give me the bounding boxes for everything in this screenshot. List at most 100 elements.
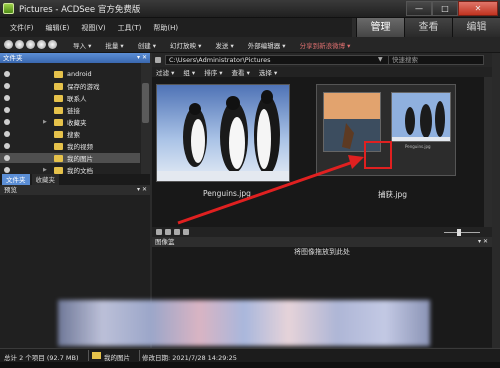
panel-pin-icon[interactable]: ▾ ✕ [137, 185, 147, 195]
status-bar: 总计 2 个项目 (92.7 MB) 我的图片 修改日期: 2021/7/28 … [0, 348, 500, 362]
folder-icon [54, 106, 63, 114]
toolbar-send[interactable]: 发送 ▾ [215, 40, 233, 50]
right-scrollbar[interactable] [492, 53, 500, 348]
refresh-icon[interactable] [48, 40, 57, 49]
tree-item-my-documents[interactable]: ▶ 我的文档 [0, 165, 140, 174]
toolbar-import[interactable]: 导入 ▾ [73, 40, 91, 50]
drive-icon [4, 143, 10, 149]
tree-item-my-pictures[interactable]: 我的图片 [0, 153, 140, 163]
toolbar-slideshow[interactable]: 幻灯放映 ▾ [170, 40, 201, 50]
view-mode-icon[interactable] [174, 229, 180, 235]
status-total: 总计 2 个项目 (92.7 MB) [4, 354, 79, 362]
status-divider [88, 350, 89, 361]
minimize-button[interactable]: — [406, 1, 432, 16]
folder-icon [54, 118, 63, 126]
menu-edit[interactable]: 编辑(E) [46, 23, 70, 33]
window-title: Pictures - ACDSee 官方免费版 [19, 5, 141, 15]
group-menu[interactable]: 组 ▾ [183, 67, 195, 77]
address-bar: C:\Users\Administrator\Pictures ▼ 快速搜索 [152, 53, 492, 67]
folders-panel-title: 文件夹 [3, 54, 23, 62]
status-divider [139, 350, 140, 361]
image-basket-header: 图像篮 ▾ ✕ [152, 237, 492, 247]
status-folder: 我的图片 [104, 354, 130, 362]
select-menu[interactable]: 选择 ▾ [259, 67, 277, 77]
thumbnail-grid: Penguins.jpg Penguins.jpg 捕获.jpg [152, 77, 492, 227]
tree-item-searches[interactable]: 搜索 [0, 129, 140, 139]
view-mode-icon[interactable] [156, 229, 162, 235]
view-mode-icon[interactable] [183, 229, 189, 235]
drive-icon [4, 83, 10, 89]
drive-icon [4, 131, 10, 137]
path-input[interactable]: C:\Users\Administrator\Pictures [165, 55, 389, 65]
folder-icon [54, 94, 63, 102]
quick-search-input[interactable]: 快速搜索 [388, 55, 484, 65]
toolbar-share-weibo[interactable]: 分享到新浪微博 ▾ [300, 40, 351, 50]
toolbar-external-editor[interactable]: 外部编辑器 ▾ [248, 40, 286, 50]
filter-bar: 过滤 ▾ 组 ▾ 排序 ▾ 查看 ▾ 选择 ▾ [152, 67, 492, 77]
expand-arrow-icon[interactable]: ▶ [43, 119, 47, 125]
folder-tree-scrollbar[interactable] [141, 63, 150, 174]
drive-icon [4, 155, 10, 161]
mode-tabs: 管理 查看 编辑 [356, 18, 500, 37]
tree-item-saved-games[interactable]: 保存的游戏 [0, 81, 140, 91]
tree-item-links[interactable]: 链接 [0, 105, 140, 115]
expand-arrow-icon[interactable]: ▶ [43, 167, 47, 173]
view-menu[interactable]: 查看 ▾ [232, 67, 250, 77]
folders-panel-header: 文件夹 ▾ ✕ [0, 53, 150, 63]
view-mode-icon[interactable] [165, 229, 171, 235]
acdsee-app-icon [3, 3, 14, 14]
up-icon[interactable] [26, 40, 35, 49]
folder-icon [54, 70, 63, 78]
main-toolbar: 导入 ▾ 批量 ▾ 创建 ▾ 幻灯放映 ▾ 发送 ▾ 外部编辑器 ▾ 分享到新浪… [0, 37, 500, 53]
menu-bar: 文件(F) 编辑(E) 视图(V) 工具(T) 帮助(H) [0, 18, 352, 37]
menu-tools[interactable]: 工具(T) [118, 23, 142, 33]
tree-item-favorites[interactable]: ▶ 收藏夹 [0, 117, 140, 127]
tab-folders[interactable]: 文件夹 [2, 173, 30, 185]
folder-icon [54, 154, 63, 162]
maximize-button[interactable]: □ [432, 1, 458, 16]
preview-panel-header: 预览 ▾ ✕ [0, 185, 150, 195]
drive-icon [4, 71, 10, 77]
panel-pin-icon[interactable]: ▾ ✕ [137, 53, 147, 63]
blurred-overlay [58, 300, 430, 346]
basket-drop-message: 将图像拖放到此处 [294, 248, 350, 256]
folder-icon [54, 142, 63, 150]
folder-tree: android 保存的游戏 联系人 链接 ▶ 收藏夹 搜索 我的视频 我的图片 … [0, 63, 150, 174]
zoom-slider-handle[interactable] [457, 229, 461, 236]
tree-item-my-videos[interactable]: 我的视频 [0, 141, 140, 151]
toolbar-batch[interactable]: 批量 ▾ [105, 40, 123, 50]
home-icon[interactable] [37, 40, 46, 49]
view-controls-bar [152, 227, 492, 237]
annotation-arrow [177, 155, 364, 225]
sort-menu[interactable]: 排序 ▾ [204, 67, 222, 77]
menu-help[interactable]: 帮助(H) [153, 23, 178, 33]
tree-item-contacts[interactable]: 联系人 [0, 93, 140, 103]
window-controls: — □ ✕ [406, 1, 498, 16]
tree-item-android[interactable]: android [0, 69, 140, 79]
mode-edit-tab[interactable]: 编辑 [452, 18, 500, 37]
thumbnail-scrollbar[interactable] [484, 77, 492, 227]
menu-file[interactable]: 文件(F) [10, 23, 34, 33]
folder-up-icon[interactable] [155, 57, 161, 63]
folder-icon [54, 166, 63, 174]
drive-icon [4, 119, 10, 125]
forward-icon[interactable] [15, 40, 24, 49]
scrollbar-thumb[interactable] [142, 83, 149, 123]
drive-icon [4, 167, 10, 173]
menu-view[interactable]: 视图(V) [81, 23, 105, 33]
title-bar: Pictures - ACDSee 官方免费版 — □ ✕ [0, 0, 500, 18]
bottom-edge [0, 362, 500, 368]
filter-menu[interactable]: 过滤 ▾ [156, 67, 174, 77]
preview-panel-title: 预览 [4, 186, 17, 194]
panel-pin-icon[interactable]: ▾ ✕ [478, 237, 488, 247]
close-button[interactable]: ✕ [458, 1, 498, 16]
status-modified: 修改日期: 2021/7/28 14:29:25 [142, 354, 237, 362]
mode-view-tab[interactable]: 查看 [404, 18, 452, 37]
toolbar-create[interactable]: 创建 ▾ [138, 40, 156, 50]
mode-manage-tab[interactable]: 管理 [356, 18, 404, 37]
image-basket-title: 图像篮 [155, 238, 175, 246]
chevron-down-icon[interactable]: ▼ [378, 56, 383, 63]
zoom-slider-track[interactable] [444, 232, 480, 233]
back-icon[interactable] [4, 40, 13, 49]
tab-favorites[interactable]: 收藏夹 [31, 173, 59, 185]
